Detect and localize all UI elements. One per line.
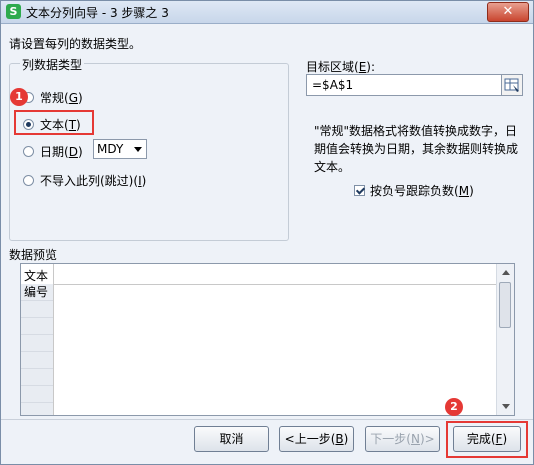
negative-number-checkbox-row[interactable]: 按负号跟踪负数(M) [354, 182, 474, 199]
preview-cell-empty [21, 369, 53, 386]
preview-cell-empty [21, 301, 53, 318]
preview-column[interactable]: 编号 [21, 284, 54, 415]
scroll-down-icon[interactable] [502, 404, 510, 409]
radio-general[interactable]: 常规(G) [23, 89, 83, 106]
negative-number-label: 按负号跟踪负数(M) [370, 184, 474, 198]
radio-skip-indicator[interactable] [23, 175, 34, 186]
radio-date-label: 日期(D) [40, 145, 83, 159]
next-button[interactable]: 下一步(N)> [365, 426, 440, 452]
chevron-down-icon [134, 147, 142, 152]
radio-date-indicator[interactable] [23, 146, 34, 157]
radio-general-label: 常规(G) [40, 91, 83, 105]
radio-date[interactable]: 日期(D) [23, 143, 83, 160]
destination-label: 目标区域(E): [306, 60, 376, 74]
date-format-select[interactable]: MDY [93, 139, 147, 159]
annotation-highlight-text-option [14, 110, 94, 135]
radio-skip[interactable]: 不导入此列(跳过)(I) [23, 172, 146, 189]
vertical-scrollbar[interactable] [496, 264, 514, 415]
window-title: 文本分列向导 - 3 步骤之 3 [26, 6, 169, 20]
preview-column-type: 文本 [24, 269, 49, 283]
column-type-legend: 列数据类型 [20, 56, 85, 73]
back-button[interactable]: <上一步(B) [279, 426, 354, 452]
format-description: "常规"数据格式将数值转换成数字，日期值会转换为日期，其余数据则转换成文本。 [314, 124, 519, 174]
dialog-window: S 文本分列向导 - 3 步骤之 3 ✕ 请设置每列的数据类型。 列数据类型 常… [0, 0, 534, 465]
radio-skip-label: 不导入此列(跳过)(I) [40, 174, 147, 188]
annotation-highlight-finish [446, 421, 528, 458]
preview-cell-empty [21, 403, 53, 415]
close-button[interactable]: ✕ [487, 2, 529, 22]
preview-cell-empty [21, 386, 53, 403]
annotation-badge-1: 1 [10, 88, 28, 106]
preview-cell-empty [21, 352, 53, 369]
preview-label: 数据预览 [9, 248, 58, 262]
preview-cell: 编号 [21, 284, 53, 301]
destination-input[interactable]: =$A$1 [306, 74, 502, 96]
preview-cell-empty [21, 318, 53, 335]
preview-header-row: 文本 [21, 264, 497, 285]
date-format-value: MDY [97, 142, 124, 156]
preview-cell-empty [21, 335, 53, 352]
title-bar[interactable]: S 文本分列向导 - 3 步骤之 3 ✕ [1, 1, 533, 24]
app-logo-icon: S [6, 4, 21, 19]
scroll-thumb[interactable] [499, 282, 511, 328]
range-select-button[interactable] [501, 74, 523, 96]
footer-separator [1, 419, 533, 420]
negative-number-checkbox[interactable] [354, 185, 365, 196]
preview-header-divider [53, 264, 54, 284]
instruction-text: 请设置每列的数据类型。 [9, 37, 142, 51]
annotation-badge-2: 2 [445, 398, 463, 416]
cancel-button[interactable]: 取消 [194, 426, 269, 452]
scroll-up-icon[interactable] [502, 270, 510, 275]
data-preview-area[interactable]: 文本 编号 [20, 263, 515, 416]
range-picker-icon [504, 78, 519, 92]
